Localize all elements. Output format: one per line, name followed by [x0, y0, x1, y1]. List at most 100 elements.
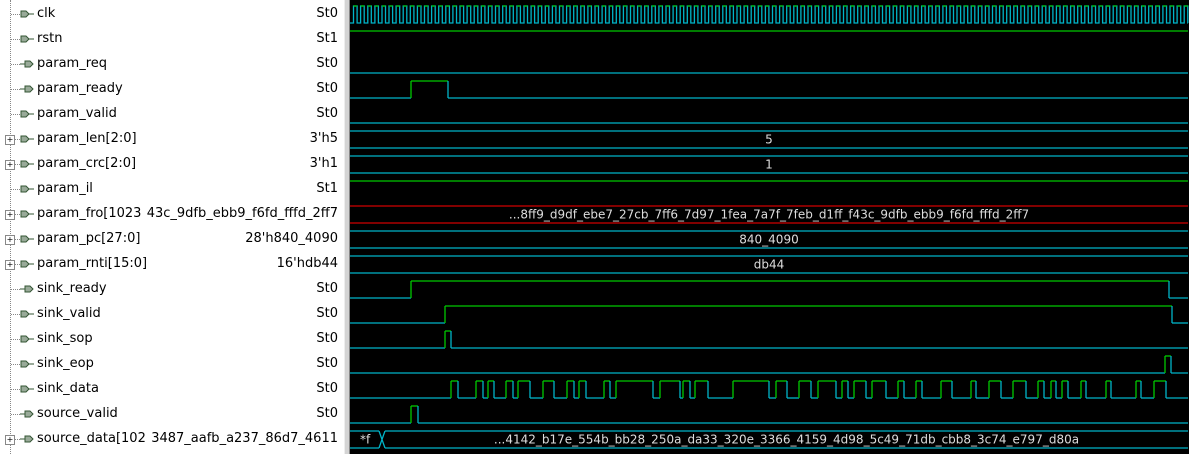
expand-icon[interactable]: + — [5, 135, 15, 145]
bus-value-label: db44 — [754, 258, 785, 272]
signal-value: St1 — [312, 181, 338, 196]
signal-value: 28'h840_4090 — [241, 231, 338, 246]
signal-name: sink_valid — [37, 306, 101, 321]
waveform-sink_eop[interactable] — [350, 355, 1188, 374]
signal-value: St0 — [312, 6, 338, 21]
signal-value: St0 — [312, 281, 338, 296]
signal-row[interactable]: sink_sop St0 — [0, 327, 344, 352]
signal-row[interactable]: clk St0 — [0, 2, 344, 27]
signal-row[interactable]: param_il St1 — [0, 177, 344, 202]
signal-name: source_data[102... — [37, 431, 159, 446]
waveform-canvas: 5 1 ...8ff9_d9df_ebe7_27cb_7ff6_7d97_1fea_… — [350, 5, 1189, 449]
signal-name: param_fro[1023:0] — [37, 206, 160, 221]
waveform-param_crc20[interactable]: 1 — [350, 155, 1188, 174]
signal-name: clk — [37, 6, 56, 21]
signal-value: 3'h1 — [305, 156, 338, 171]
signal-row[interactable]: param_req St0 — [0, 52, 344, 77]
signal-name: param_pc[27:0] — [37, 231, 141, 246]
signal-name: source_valid — [37, 406, 118, 421]
signal-row[interactable]: + param_pc[27:0] 28'h840_4090 — [0, 227, 344, 252]
signal-name: sink_data — [37, 381, 99, 396]
signal-name: param_crc[2:0] — [37, 156, 137, 171]
input-port-icon — [19, 333, 35, 345]
input-port-icon — [19, 108, 35, 120]
signal-row[interactable]: + param_rnti[15:0] 16'hdb44 — [0, 252, 344, 277]
signal-value: St0 — [312, 81, 338, 96]
signal-value: 43c_9dfb_ebb9_f6fd_fffd_2ff7 — [142, 206, 338, 221]
waveform-sink_sop[interactable] — [350, 330, 1188, 349]
waveform-source_data102[interactable]: *f ...4142_b17e_554b_bb28_250a_da33_320e_… — [350, 430, 1188, 449]
input-port-icon — [19, 33, 35, 45]
waveform-sink_ready[interactable] — [350, 280, 1188, 299]
signal-value: St0 — [312, 356, 338, 371]
output-port-icon — [19, 83, 35, 95]
signal-value: St0 — [312, 56, 338, 71]
waveform-source_valid[interactable] — [350, 405, 1188, 424]
expand-icon[interactable]: + — [5, 235, 15, 245]
waveform-param_pc270[interactable]: 840_4090 — [350, 230, 1188, 249]
waveform-param_fro10230[interactable]: ...8ff9_d9df_ebe7_27cb_7ff6_7d97_1fea_7a… — [350, 205, 1188, 224]
signal-name: param_len[2:0] — [37, 131, 137, 146]
bus-value-label: 840_4090 — [739, 233, 798, 247]
bus-value-label: 5 — [765, 133, 773, 147]
output-port-icon — [19, 58, 35, 70]
signal-value: St0 — [312, 106, 338, 121]
waveform-sink_valid[interactable] — [350, 305, 1188, 324]
signal-row[interactable]: source_valid St0 — [0, 402, 344, 427]
signal-name: sink_sop — [37, 331, 93, 346]
bus-value-label: 1 — [765, 158, 773, 172]
bus-value-label: ...8ff9_d9df_ebe7_27cb_7ff6_7d97_1fea_7a… — [509, 208, 1029, 222]
waveform-sink_data[interactable] — [350, 380, 1188, 399]
signal-name: rstn — [37, 31, 63, 46]
input-port-icon — [19, 358, 35, 370]
signal-name: param_il — [37, 181, 93, 196]
output-port-icon — [19, 408, 35, 420]
signal-row[interactable]: sink_data St0 — [0, 377, 344, 402]
waveform-param_rnti150[interactable]: db44 — [350, 255, 1188, 274]
signal-value: St0 — [312, 406, 338, 421]
signal-name: sink_ready — [37, 281, 107, 296]
bus-value-label: *f — [360, 433, 371, 447]
input-port-icon — [19, 383, 35, 395]
signal-value: St0 — [312, 306, 338, 321]
signal-value: St0 — [312, 381, 338, 396]
waveform-param_len20[interactable]: 5 — [350, 130, 1188, 149]
signal-value: St0 — [312, 331, 338, 346]
signal-name: sink_eop — [37, 356, 94, 371]
bus-value-label: ...4142_b17e_554b_bb28_250a_da33_320e_33… — [494, 433, 1079, 447]
input-port-icon — [19, 158, 35, 170]
input-port-icon — [19, 308, 35, 320]
waveform-clk[interactable] — [350, 5, 1189, 24]
output-port-icon — [19, 433, 35, 445]
input-port-icon — [19, 183, 35, 195]
signal-row[interactable]: sink_eop St0 — [0, 352, 344, 377]
expand-icon[interactable]: + — [5, 160, 15, 170]
signal-row[interactable]: + param_len[2:0] 3'h5 — [0, 127, 344, 152]
signal-row[interactable]: + source_data[102... 3487_aafb_a237_86d7_4… — [0, 427, 344, 452]
signal-value: 3487_aafb_a237_86d7_4611 — [147, 431, 338, 446]
signal-row[interactable]: sink_valid St0 — [0, 302, 344, 327]
signal-row[interactable]: + param_fro[1023:0] 43c_9dfb_ebb9_f6fd_fff… — [0, 202, 344, 227]
signal-value: 16'hdb44 — [272, 256, 338, 271]
signal-name: param_valid — [37, 106, 117, 121]
signal-name: param_rnti[15:0] — [37, 256, 148, 271]
signal-row[interactable]: rstn St1 — [0, 27, 344, 52]
input-port-icon — [19, 8, 35, 20]
input-port-icon — [19, 208, 35, 220]
signal-row[interactable]: + param_crc[2:0] 3'h1 — [0, 152, 344, 177]
waveform-panel[interactable]: 5 1 ...8ff9_d9df_ebe7_27cb_7ff6_7d97_1fea_… — [350, 0, 1189, 454]
signal-value: 3'h5 — [305, 131, 338, 146]
input-port-icon — [19, 233, 35, 245]
expand-icon[interactable]: + — [5, 210, 15, 220]
signal-row[interactable]: sink_ready St0 — [0, 277, 344, 302]
output-port-icon — [19, 283, 35, 295]
input-port-icon — [19, 258, 35, 270]
signal-row[interactable]: param_valid St0 — [0, 102, 344, 127]
signal-name: param_ready — [37, 81, 123, 96]
signal-name-panel: clk St0 rstn St1 param_req St0 param_ready St0 p… — [0, 0, 344, 454]
waveform-param_ready[interactable] — [350, 80, 1188, 99]
signal-row[interactable]: param_ready St0 — [0, 77, 344, 102]
signal-name: param_req — [37, 56, 108, 71]
expand-icon[interactable]: + — [5, 435, 15, 445]
expand-icon[interactable]: + — [5, 260, 15, 270]
